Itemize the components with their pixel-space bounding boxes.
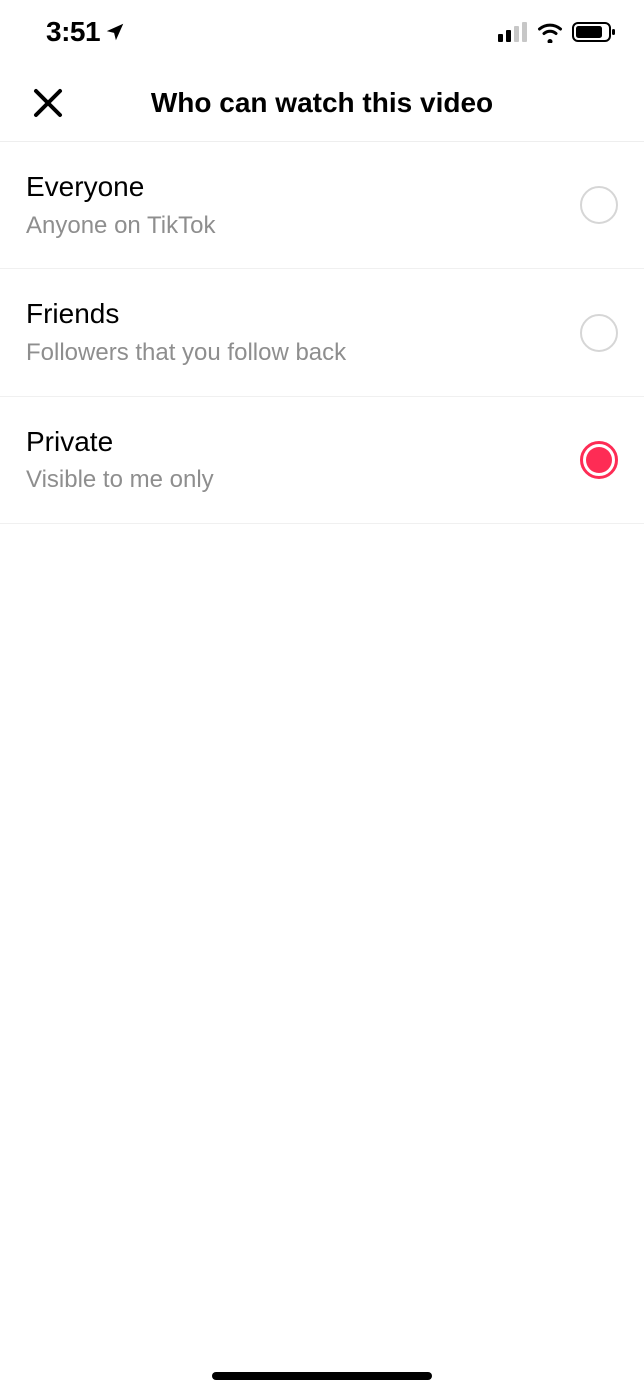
close-button[interactable]	[24, 79, 72, 127]
close-icon	[33, 88, 63, 118]
radio-indicator	[580, 441, 618, 479]
option-subtitle: Visible to me only	[26, 466, 214, 495]
status-time-group: 3:51	[46, 16, 126, 48]
radio-indicator	[580, 186, 618, 224]
home-indicator[interactable]	[212, 1372, 432, 1380]
page-title: Who can watch this video	[0, 87, 644, 119]
option-title: Private	[26, 425, 214, 459]
privacy-options-list: Everyone Anyone on TikTok Friends Follow…	[0, 142, 644, 524]
option-everyone[interactable]: Everyone Anyone on TikTok	[0, 142, 644, 269]
option-text-group: Private Visible to me only	[26, 425, 214, 495]
status-time: 3:51	[46, 16, 100, 48]
cellular-signal-icon	[498, 22, 528, 42]
wifi-icon	[536, 21, 564, 43]
radio-indicator	[580, 314, 618, 352]
option-text-group: Everyone Anyone on TikTok	[26, 170, 215, 240]
location-arrow-icon	[104, 21, 126, 43]
option-text-group: Friends Followers that you follow back	[26, 297, 346, 367]
option-subtitle: Anyone on TikTok	[26, 212, 215, 241]
status-indicators	[498, 21, 616, 43]
option-friends[interactable]: Friends Followers that you follow back	[0, 269, 644, 396]
option-title: Everyone	[26, 170, 215, 204]
battery-icon	[572, 21, 616, 43]
option-private[interactable]: Private Visible to me only	[0, 397, 644, 524]
nav-header: Who can watch this video	[0, 64, 644, 142]
status-bar: 3:51	[0, 0, 644, 64]
option-title: Friends	[26, 297, 346, 331]
option-subtitle: Followers that you follow back	[26, 339, 346, 368]
